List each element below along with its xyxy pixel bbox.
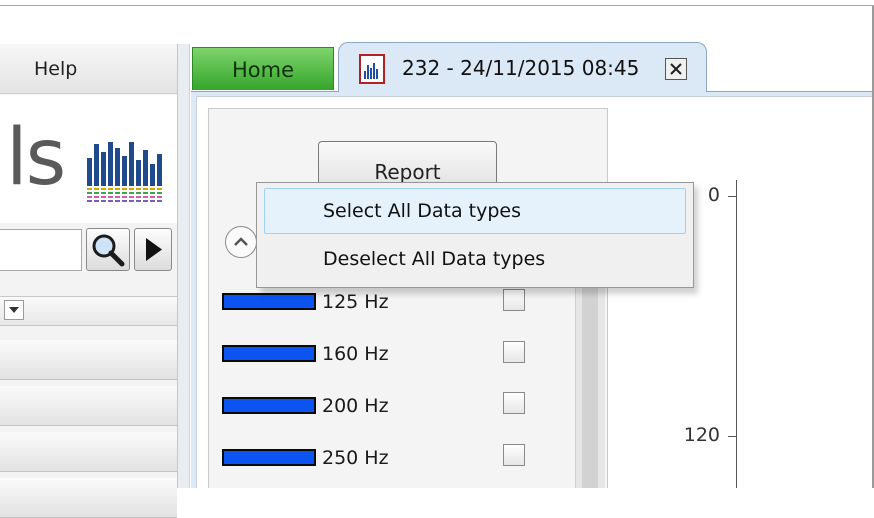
- app-window: Help ls Home 232 - 24/11/2015 08:45 Repo…: [0, 0, 874, 518]
- play-icon: [146, 238, 162, 261]
- left-list-row[interactable]: [0, 478, 177, 518]
- close-icon: [670, 63, 682, 75]
- series-color-swatch: [222, 293, 316, 310]
- collapse-button[interactable]: [225, 226, 257, 258]
- tab-close-button[interactable]: [665, 58, 687, 80]
- dropdown-toggle[interactable]: [4, 300, 24, 320]
- dropdown-row[interactable]: [0, 296, 177, 326]
- context-menu-item-deselect-all-label: Deselect All Data types: [323, 248, 546, 270]
- left-list-row[interactable]: [0, 432, 177, 472]
- frequency-label: 200 Hz: [322, 395, 389, 417]
- series-color-swatch: [222, 397, 316, 414]
- series-color-swatch: [222, 449, 316, 466]
- chevron-down-icon: [9, 307, 19, 313]
- menu-bar: [0, 44, 177, 94]
- magnifier-icon: [92, 234, 125, 267]
- window-top-border: [0, 0, 874, 6]
- search-button[interactable]: [86, 228, 130, 271]
- menu-help[interactable]: Help: [34, 58, 77, 80]
- frequency-label: 250 Hz: [322, 447, 389, 469]
- axis-tick-label: 120: [683, 424, 720, 446]
- frequency-checkbox[interactable]: [503, 341, 525, 363]
- app-logo-bars-icon: [87, 142, 162, 202]
- tab-report-title: 232 - 24/11/2015 08:45: [402, 56, 640, 80]
- series-color-swatch: [222, 345, 316, 362]
- axis-tick: [728, 196, 736, 197]
- tab-home[interactable]: Home: [192, 47, 334, 90]
- frequency-label: 125 Hz: [322, 291, 389, 313]
- search-input[interactable]: [0, 229, 82, 271]
- left-list-row[interactable]: [0, 340, 177, 380]
- chart-y-axis: [736, 180, 737, 488]
- chevron-up-icon: [234, 237, 248, 246]
- left-list-row[interactable]: [0, 386, 177, 426]
- report-document-icon: [359, 54, 385, 84]
- context-menu-item-select-all-label: Select All Data types: [323, 200, 521, 222]
- frequency-checkbox[interactable]: [503, 444, 525, 466]
- panel-splitter[interactable]: [178, 44, 190, 488]
- frequency-label: 160 Hz: [322, 343, 389, 365]
- axis-tick: [728, 436, 736, 437]
- frequency-checkbox[interactable]: [503, 392, 525, 414]
- play-button[interactable]: [134, 228, 172, 271]
- app-logo-text: ls: [6, 113, 66, 203]
